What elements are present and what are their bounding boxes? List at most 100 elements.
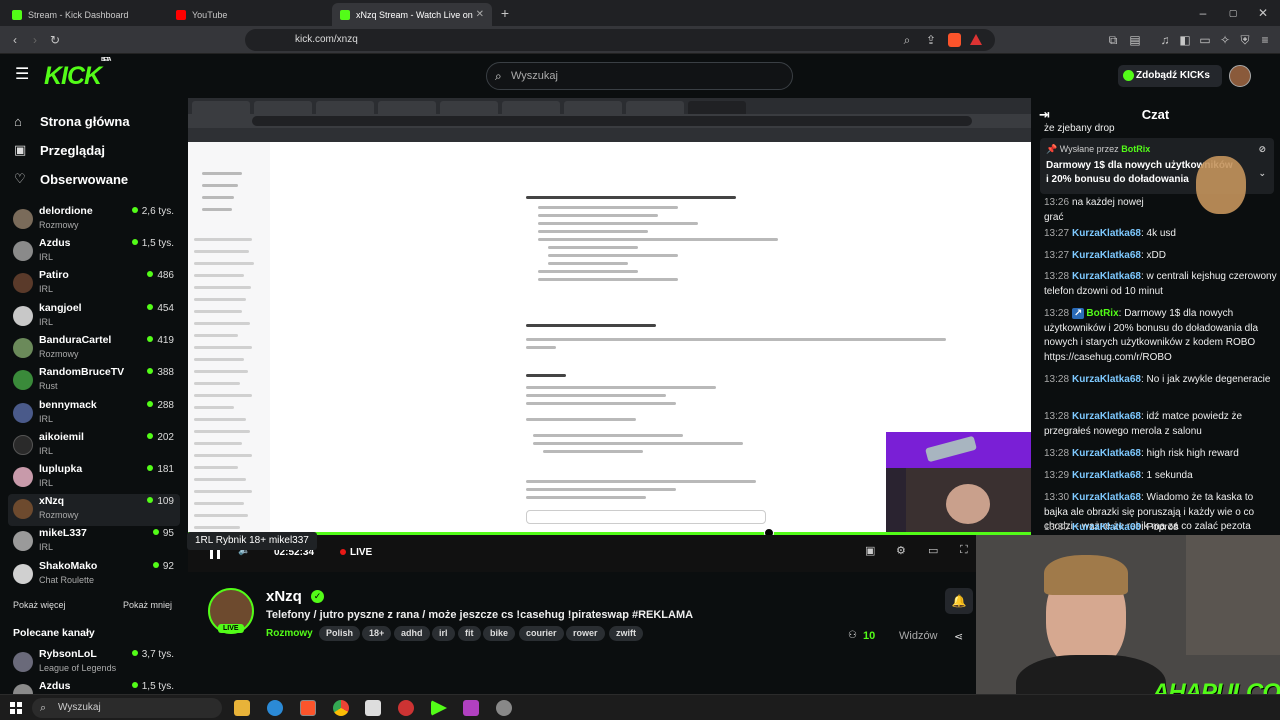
- stream-tag[interactable]: irl: [432, 626, 455, 641]
- chevron-down-icon[interactable]: ⌄: [1258, 168, 1266, 179]
- app-icon[interactable]: [463, 700, 479, 716]
- stream-tag[interactable]: rower: [566, 626, 605, 641]
- channel-avatar: [13, 564, 33, 584]
- sidebar-icon[interactable]: ◧: [1178, 33, 1192, 47]
- maximize-icon[interactable]: ▢: [1226, 6, 1240, 20]
- channel-name: Patiro: [39, 269, 69, 281]
- message-user[interactable]: KurzaKlatka68: [1072, 374, 1141, 385]
- recommended-channel-item[interactable]: RybsonLoL League of Legends 3,7 tys.: [8, 647, 180, 679]
- app-icon[interactable]: [365, 700, 381, 716]
- zoom-icon[interactable]: ⌕: [900, 33, 914, 47]
- user-avatar[interactable]: [1229, 65, 1251, 87]
- channel-item[interactable]: Patiro IRL 486: [8, 268, 180, 300]
- channel-item[interactable]: delordione Rozmowy 2,6 tys.: [8, 204, 180, 236]
- address-bar[interactable]: kick.com/xnzq: [245, 29, 995, 51]
- stream-tag[interactable]: 18+: [362, 626, 392, 641]
- brave-icon[interactable]: [300, 700, 316, 716]
- channel-viewers: 95: [153, 528, 174, 539]
- browser-tab-dashboard[interactable]: Stream - Kick Dashboard: [4, 3, 164, 26]
- message-user[interactable]: KurzaKlatka68: [1072, 492, 1141, 503]
- leo-icon[interactable]: ✧: [1218, 33, 1232, 47]
- message-user[interactable]: KurzaKlatka68: [1072, 250, 1141, 261]
- show-more-button[interactable]: Pokaż więcej: [13, 600, 66, 610]
- channel-name: aikoiemil: [39, 431, 84, 443]
- notification-bell-button[interactable]: 🔔: [945, 588, 973, 614]
- channel-item[interactable]: Azdus IRL 1,5 tys.: [8, 236, 180, 268]
- message-user[interactable]: KurzaKlatka68: [1072, 470, 1141, 481]
- message-user[interactable]: BotRix: [1086, 308, 1118, 319]
- video-player[interactable]: 🔈 02:52:34 LIVE ▣ ⚙ ▭ ⛶: [188, 98, 1031, 572]
- menu-icon[interactable]: ≡: [1258, 33, 1272, 47]
- channel-item[interactable]: kangjoel IRL 454: [8, 301, 180, 333]
- message-text: 1 sekunda: [1146, 470, 1193, 481]
- nav-following[interactable]: ♡ Obserwowane: [14, 168, 128, 190]
- reader-icon[interactable]: ▤: [1128, 33, 1142, 47]
- new-tab-icon[interactable]: +: [498, 6, 512, 20]
- stream-tag[interactable]: adhd: [394, 626, 430, 641]
- hide-icon[interactable]: ⊘: [1258, 144, 1266, 155]
- nav-browse[interactable]: ▣ Przeglądaj: [14, 139, 105, 161]
- chat-message: 13:27 KurzaKlatka68: xDD: [1044, 250, 1166, 261]
- stream-title: Telefony / jutro pyszne z rana / może je…: [266, 609, 694, 621]
- stream-tag[interactable]: fit: [458, 626, 481, 641]
- search-input[interactable]: ⌕ Wyszukaj: [486, 62, 793, 90]
- message-user[interactable]: KurzaKlatka68: [1072, 411, 1141, 422]
- share-icon[interactable]: ⇪: [924, 33, 938, 47]
- taskbar-search[interactable]: ⌕ Wyszukaj: [32, 698, 222, 718]
- close-window-icon[interactable]: ✕: [1256, 6, 1270, 20]
- get-kicks-button[interactable]: Zdobądź KICKs: [1118, 65, 1222, 87]
- channel-item[interactable]: aikoiemil IRL 202: [8, 430, 180, 462]
- recommended-channel-item[interactable]: Azdus 1,5 tys.: [8, 679, 180, 694]
- browser-tab-stream[interactable]: xNzq Stream - Watch Live on ✕: [332, 3, 492, 26]
- channel-item[interactable]: BanduraCartel Rozmowy 419: [8, 333, 180, 365]
- hamburger-menu-icon[interactable]: ☰: [15, 67, 29, 83]
- clip-icon[interactable]: ▣: [865, 544, 875, 557]
- message-user[interactable]: KurzaKlatka68: [1072, 522, 1141, 533]
- streamer-name[interactable]: xNzq: [266, 588, 302, 605]
- minimize-icon[interactable]: –: [1196, 6, 1210, 20]
- channel-name: Azdus: [39, 680, 71, 692]
- channel-avatar: [13, 652, 33, 672]
- windows-start-icon[interactable]: [10, 702, 22, 714]
- brave-shield-icon[interactable]: [948, 33, 961, 47]
- channel-item-active[interactable]: xNzq Rozmowy 109: [8, 494, 180, 526]
- kick-logo[interactable]: KICKBETA: [44, 57, 111, 91]
- theater-mode-icon[interactable]: ▭: [928, 544, 938, 557]
- message-time: 13:27: [1044, 250, 1070, 261]
- wallet-icon[interactable]: ▭: [1198, 33, 1212, 47]
- obs-icon[interactable]: [398, 700, 414, 716]
- forward-icon[interactable]: ›: [28, 33, 42, 47]
- chrome-icon[interactable]: [333, 700, 349, 716]
- app-icon[interactable]: [496, 700, 512, 716]
- extensions-icon[interactable]: ⧉: [1106, 33, 1120, 47]
- share-icon[interactable]: ⋖: [954, 630, 963, 643]
- channel-item[interactable]: RandomBruceTV Rust 388: [8, 365, 180, 397]
- close-tab-icon[interactable]: ✕: [476, 9, 484, 20]
- channel-item[interactable]: mikeL337 IRL 95: [8, 526, 180, 558]
- reload-icon[interactable]: ↻: [48, 33, 62, 47]
- vpn-icon[interactable]: ⛨: [1238, 33, 1252, 47]
- file-explorer-icon[interactable]: [234, 700, 250, 716]
- brave-rewards-icon[interactable]: [970, 34, 982, 45]
- stream-tag[interactable]: zwift: [609, 626, 643, 641]
- edge-icon[interactable]: [267, 700, 283, 716]
- show-less-button[interactable]: Pokaż mniej: [123, 600, 172, 610]
- settings-icon[interactable]: ⚙: [896, 544, 906, 557]
- fullscreen-icon[interactable]: ⛶: [960, 544, 968, 557]
- stream-tag[interactable]: Polish: [319, 626, 361, 641]
- nav-home[interactable]: ⌂ Strona główna: [14, 110, 130, 132]
- stream-category[interactable]: Rozmowy: [266, 628, 313, 639]
- channel-item[interactable]: bennymack IRL 288: [8, 398, 180, 430]
- kick-app-icon[interactable]: [431, 700, 447, 716]
- message-user[interactable]: KurzaKlatka68: [1072, 271, 1141, 282]
- stream-tag[interactable]: courier: [519, 626, 564, 641]
- channel-name: bennymack: [39, 399, 97, 411]
- back-icon[interactable]: ‹: [8, 33, 22, 47]
- browser-tab-youtube[interactable]: YouTube: [168, 3, 328, 26]
- message-user[interactable]: KurzaKlatka68: [1072, 448, 1141, 459]
- channel-item[interactable]: luplupka IRL 181: [8, 462, 180, 494]
- message-user[interactable]: KurzaKlatka68: [1072, 228, 1141, 239]
- stream-tag[interactable]: bike: [483, 626, 516, 641]
- channel-item[interactable]: ShakoMako Chat Roulette 92: [8, 559, 180, 591]
- media-icon[interactable]: ♫: [1158, 33, 1172, 47]
